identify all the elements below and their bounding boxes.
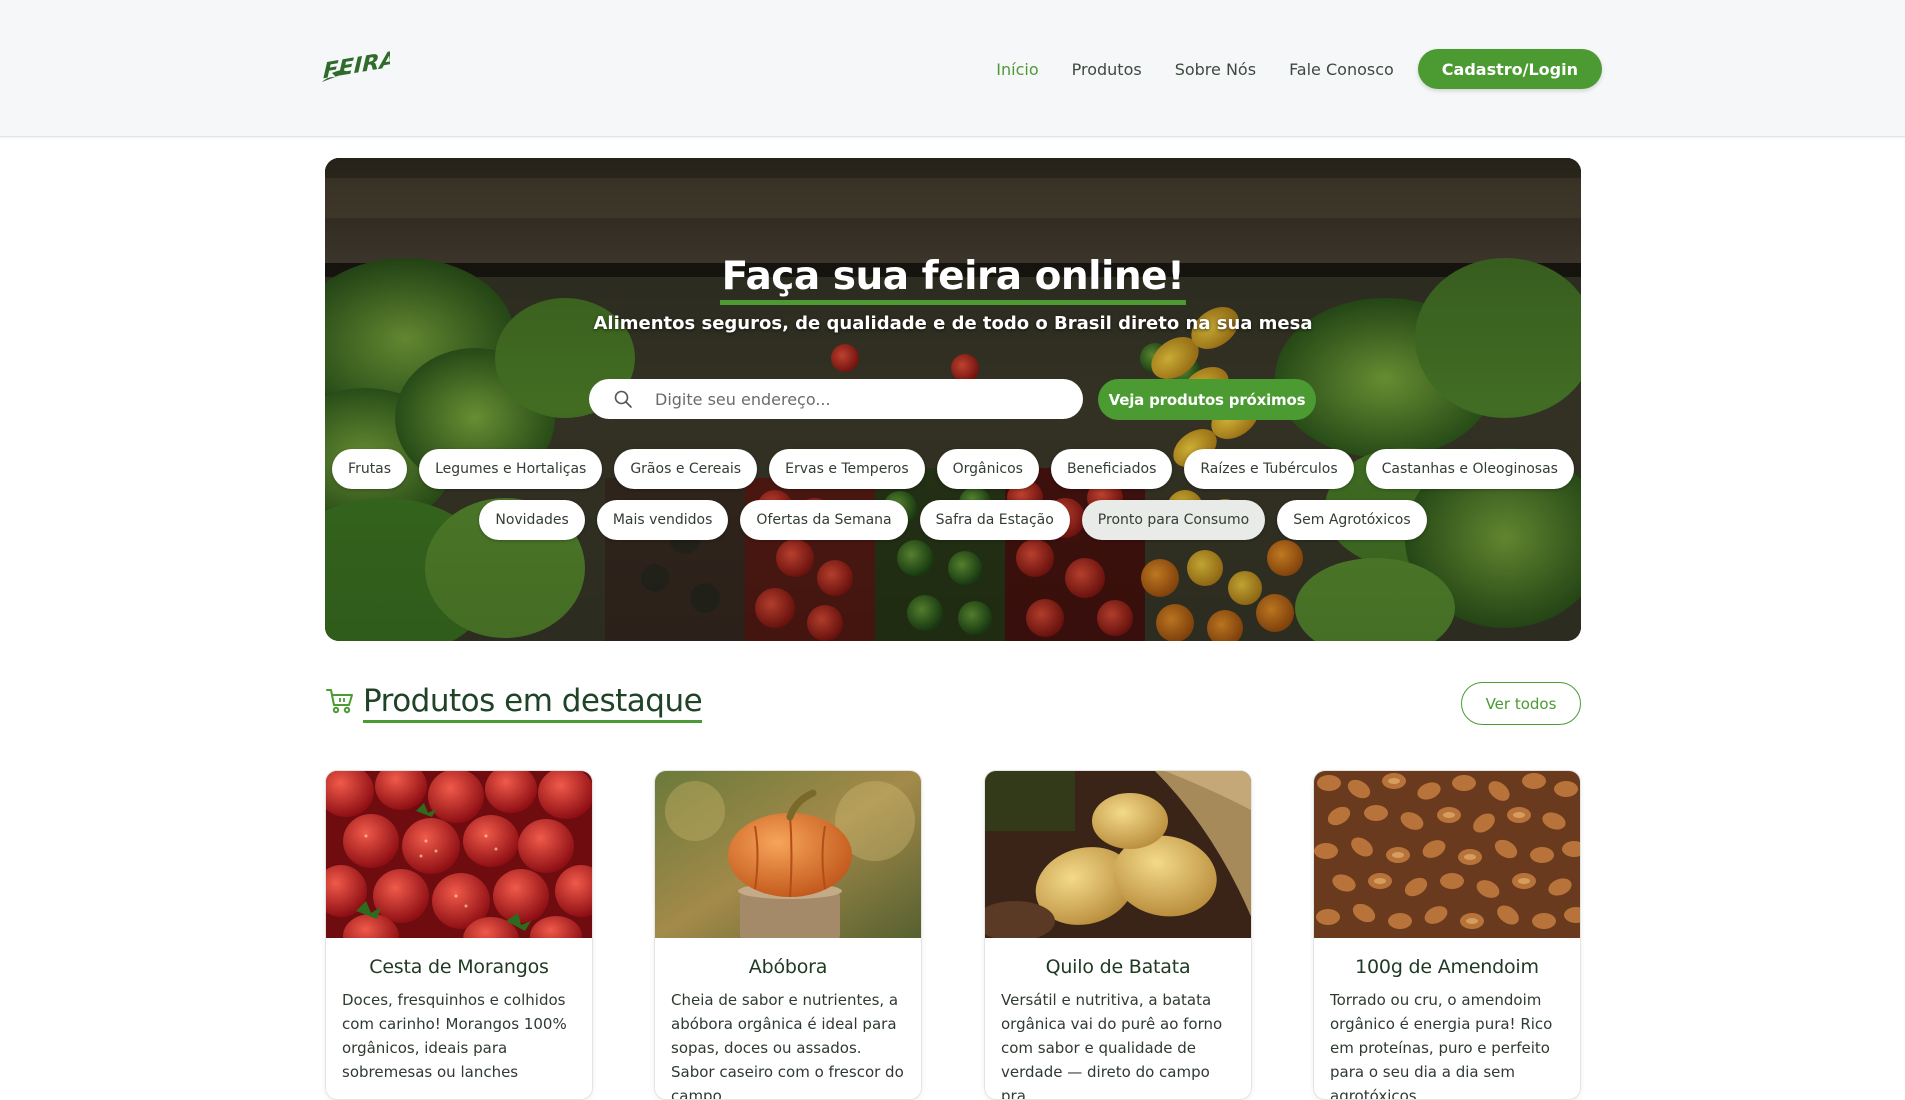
- nav-inicio[interactable]: Início: [996, 60, 1038, 79]
- shopping-cart-icon: [326, 689, 353, 714]
- category-chips-row-1: Frutas Legumes e Hortaliças Grãos e Cere…: [325, 449, 1581, 489]
- featured-section-title: Produtos em destaque: [363, 682, 703, 723]
- chip-sem-agrotoxicos[interactable]: Sem Agrotóxicos: [1277, 500, 1427, 540]
- chip-ofertas-semana[interactable]: Ofertas da Semana: [740, 500, 908, 540]
- chip-castanhas-oleoginosas[interactable]: Castanhas e Oleoginosas: [1365, 449, 1574, 489]
- hero-title-text: Faça sua feira online!: [719, 254, 1187, 305]
- featured-section-header: Produtos em destaque Ver todos: [325, 680, 1581, 726]
- chip-beneficiados[interactable]: Beneficiados: [1050, 449, 1173, 489]
- product-name: Abóbora: [748, 956, 828, 978]
- product-image-potatoes: [985, 771, 1251, 938]
- category-chips-row-2: Novidades Mais vendidos Ofertas da Seman…: [325, 500, 1581, 540]
- address-input[interactable]: [655, 389, 1035, 409]
- hero-title: Faça sua feira online!: [325, 254, 1581, 305]
- main-nav: Início Produtos Sobre Nós Fale Conosco C…: [963, 49, 1602, 89]
- product-image-pumpkin: [655, 771, 921, 938]
- product-image-strawberries: [326, 771, 592, 938]
- hero-subtitle: Alimentos seguros, de qualidade e de tod…: [593, 313, 1313, 334]
- chip-mais-vendidos[interactable]: Mais vendidos: [596, 500, 729, 540]
- login-button[interactable]: Cadastro/Login: [1417, 49, 1602, 89]
- chip-raizes-tuberculos[interactable]: Raízes e Tubérculos: [1184, 449, 1354, 489]
- hero-banner: Faça sua feira online! Alimentos seguros…: [325, 158, 1581, 641]
- product-image-peanuts: [1314, 771, 1580, 938]
- product-description: Doces, fresquinhos e colhidos com carinh…: [342, 991, 567, 1081]
- see-all-button[interactable]: Ver todos: [1461, 682, 1581, 725]
- product-description: Versátil e nutritiva, a batata orgânica …: [1001, 991, 1223, 1100]
- svg-text:FEIRA: FEIRA: [323, 46, 390, 84]
- search-icon: [614, 390, 632, 408]
- chip-graos-cereais[interactable]: Grãos e Cereais: [614, 449, 758, 489]
- nav-sobre-nos[interactable]: Sobre Nós: [1175, 60, 1256, 79]
- product-card-amendoim[interactable]: 100g de Amendoim Torrado ou cru, o amend…: [1313, 770, 1581, 1100]
- product-description: Cheia de sabor e nutrientes, a abóbora o…: [671, 991, 904, 1100]
- product-description: Torrado ou cru, o amendoim orgânico é en…: [1330, 991, 1553, 1100]
- product-card-abobora[interactable]: Abóbora Cheia de sabor e nutrientes, a a…: [654, 770, 922, 1100]
- chip-frutas[interactable]: Frutas: [332, 449, 408, 489]
- feira-logo[interactable]: FEIRA: [318, 46, 390, 88]
- product-name: 100g de Amendoim: [1355, 956, 1539, 978]
- nav-fale-conosco[interactable]: Fale Conosco: [1289, 60, 1394, 79]
- product-card-batata[interactable]: Quilo de Batata Versátil e nutritiva, a …: [984, 770, 1252, 1100]
- site-header: FEIRA Início Produtos Sobre Nós Fale Con…: [0, 0, 1905, 137]
- product-name: Cesta de Morangos: [369, 956, 549, 978]
- chip-safra-estacao[interactable]: Safra da Estação: [919, 500, 1070, 540]
- chip-organicos[interactable]: Orgânicos: [936, 449, 1039, 489]
- chip-novidades[interactable]: Novidades: [479, 500, 585, 540]
- product-name: Quilo de Batata: [1045, 956, 1191, 978]
- nearby-products-button[interactable]: Veja produtos próximos: [1098, 379, 1316, 420]
- nav-produtos[interactable]: Produtos: [1072, 60, 1142, 79]
- chip-legumes-hortalicas[interactable]: Legumes e Hortaliças: [419, 449, 603, 489]
- address-search: [589, 379, 1083, 419]
- chip-pronto-consumo[interactable]: Pronto para Consumo: [1081, 500, 1266, 540]
- chip-ervas-temperos[interactable]: Ervas e Temperos: [769, 449, 925, 489]
- product-card-morangos[interactable]: Cesta de Morangos Doces, fresquinhos e c…: [325, 770, 593, 1100]
